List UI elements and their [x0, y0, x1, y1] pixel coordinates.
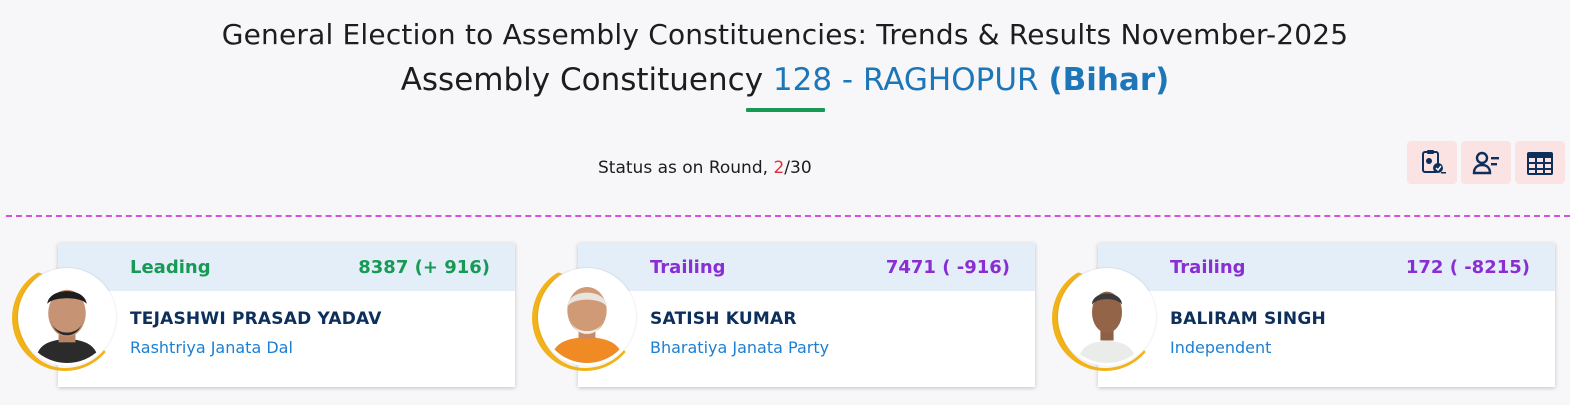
candidate-name: BALIRAM SINGH: [1170, 309, 1326, 329]
candidate-card-header: Leading 8387 (+ 916): [58, 243, 515, 291]
candidate-avatar: [1058, 268, 1156, 366]
constituency-title: Assembly Constituency 128 - RAGHOPUR (Bi…: [0, 56, 1570, 104]
results-report-button[interactable]: [1407, 141, 1457, 184]
candidate-name: SATISH KUMAR: [650, 309, 797, 329]
round-status-label: Status as on Round,: [598, 158, 774, 178]
current-round: 2: [773, 158, 785, 178]
candidate-status: Leading: [130, 256, 211, 278]
candidate-status: Trailing: [650, 256, 726, 278]
round-status: Status as on Round, 2/30: [598, 158, 812, 178]
clipboard-results-icon: [1422, 149, 1446, 173]
candidate-party: Rashtriya Janata Dal: [130, 338, 293, 357]
candidate-avatar: [538, 268, 636, 366]
candidate-votes: 172 ( -8215): [1405, 256, 1530, 278]
candidate-party: Independent: [1170, 338, 1272, 357]
candidate-votes: 7471 ( -916): [885, 256, 1010, 278]
table-view-icon: [1527, 151, 1553, 175]
view-toolbar: [1407, 141, 1565, 184]
state-name: (Bihar): [1048, 62, 1170, 98]
section-divider: [6, 215, 1570, 217]
candidate-photo: [21, 271, 113, 363]
title-underline: [746, 108, 825, 112]
candidate-list-icon: [1472, 151, 1499, 174]
candidate-card-header: Trailing 7471 ( -916): [578, 243, 1035, 291]
page-title: General Election to Assembly Constituenc…: [221, 18, 1349, 51]
candidate-party: Bharatiya Janata Party: [650, 338, 830, 357]
candidate-photo: [1061, 271, 1153, 363]
candidate-name: TEJASHWI PRASAD YADAV: [130, 309, 382, 329]
total-rounds: 30: [790, 158, 812, 178]
constituency-name: 128 - RAGHOPUR: [772, 62, 1039, 98]
candidate-card[interactable]: Trailing 7471 ( -916) SATISH KUMAR Bhara…: [578, 243, 1035, 387]
constituency-prefix: Assembly Constituency: [400, 62, 773, 98]
candidate-card[interactable]: Leading 8387 (+ 916) TEJASHWI PRASAD YAD…: [58, 243, 515, 387]
candidate-status: Trailing: [1170, 256, 1246, 278]
candidate-list-button[interactable]: [1461, 141, 1511, 184]
candidate-votes: 8387 (+ 916): [358, 256, 490, 278]
candidate-card[interactable]: Trailing 172 ( -8215) BALIRAM SINGH Inde…: [1098, 243, 1555, 387]
candidate-card-header: Trailing 172 ( -8215): [1098, 243, 1555, 291]
page-header: General Election to Assembly Constituenc…: [0, 14, 1570, 104]
table-view-button[interactable]: [1515, 141, 1565, 184]
candidate-avatar: [18, 268, 116, 366]
candidate-photo: [541, 271, 633, 363]
